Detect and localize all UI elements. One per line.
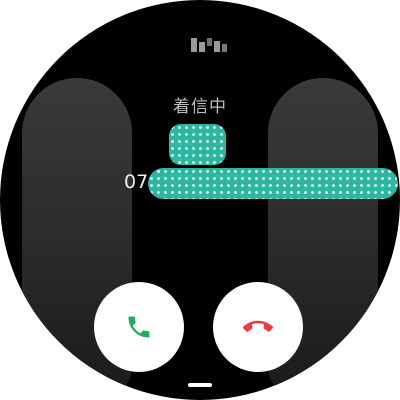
phone-decline-icon (243, 320, 273, 332)
watch-face: 着信中 07 (0, 0, 400, 400)
screen: 着信中 07 (0, 0, 400, 400)
home-indicator[interactable] (188, 383, 212, 387)
decline-call-button[interactable] (213, 282, 303, 372)
call-status-text: 着信中 (173, 97, 227, 117)
accept-call-button[interactable] (94, 282, 184, 372)
caller-number-redacted (148, 168, 398, 199)
caller-number-prefix: 07 (124, 171, 149, 193)
phone-accept-icon (128, 316, 150, 338)
caller-name-redacted (169, 124, 226, 165)
pixelated-app-icon (191, 38, 227, 52)
